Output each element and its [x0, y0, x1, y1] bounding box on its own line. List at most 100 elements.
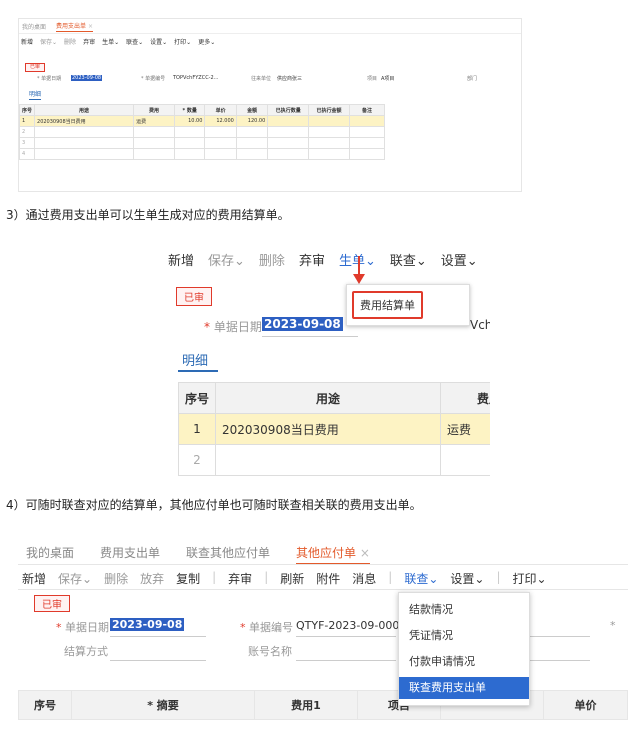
code-field[interactable]: QTYF-2023-09-0001: [296, 619, 406, 632]
query-button[interactable]: 联查⌄: [126, 37, 143, 46]
tab-desktop[interactable]: 我的桌面: [26, 544, 74, 565]
caption-step-4: 4）可随时联查对应的结算单，其他应付单也可随时联查相关联的费用支出单。: [6, 498, 422, 512]
discard-button[interactable]: 放弃: [140, 570, 164, 587]
table-row[interactable]: 4: [19, 148, 386, 160]
cell: [267, 115, 310, 127]
table-row[interactable]: 2: [178, 444, 490, 476]
date-field[interactable]: 2023-09-08: [71, 75, 103, 81]
save-button[interactable]: 保存⌄: [40, 37, 57, 46]
settings-button[interactable]: 设置⌄: [150, 37, 167, 46]
menu-item-expense-settlement[interactable]: 费用结算单: [352, 291, 423, 319]
header-fields: * 单据日期 2023-09-08 * 单据编号 TOPVchFYZCC-2..…: [19, 75, 519, 85]
divider: [18, 589, 628, 590]
menu-item-voucher-status[interactable]: 凭证情况: [399, 625, 529, 647]
col-qty: * 数量: [173, 104, 206, 116]
required-mark: *: [56, 621, 62, 634]
detail-table: 序号 用途 费用 * 数量 单价 金额 已执行数量 已执行金额 备注 1 202…: [19, 104, 386, 160]
settings-button[interactable]: 设置⌄: [450, 570, 484, 587]
date-label: * 单据日期: [56, 619, 109, 635]
arrow-down-icon: [353, 256, 365, 284]
tab-expense-payment[interactable]: 费用支出单: [100, 544, 160, 565]
screenshot-expense-payment: 我的桌面 费用支出单 × 新增 保存⌄ 删除 弃审 生单⌄ 联查⌄ 设置⌄ 打印…: [18, 18, 522, 192]
menu-item-query-expense-payment[interactable]: 联查费用支出单: [399, 677, 529, 699]
cell[interactable]: 运费: [133, 115, 175, 127]
delete-button[interactable]: 删除: [104, 570, 128, 587]
new-button[interactable]: 新增: [168, 250, 194, 269]
attachment-button[interactable]: 附件: [316, 570, 340, 587]
refresh-button[interactable]: 刷新: [280, 570, 304, 587]
detail-table: 序号 用途 费用 1 202030908当日费用 运费 2: [178, 382, 490, 476]
cell[interactable]: [348, 115, 386, 127]
tab-desktop[interactable]: 我的桌面: [22, 22, 46, 31]
project-field[interactable]: A项目: [381, 75, 394, 82]
col-price: 单价: [543, 690, 628, 720]
unapprove-button[interactable]: 弃审: [299, 250, 325, 269]
unapprove-button[interactable]: 弃审: [83, 37, 95, 46]
divider: [18, 564, 628, 565]
query-button[interactable]: 联查⌄: [404, 570, 438, 587]
print-button[interactable]: 打印⌄: [513, 570, 547, 587]
contact-field[interactable]: 供应商张三: [277, 75, 302, 82]
table-row[interactable]: 1 202030908当日费用 运费 10.00 12.000 120.00: [19, 115, 386, 127]
save-button[interactable]: 保存⌄: [208, 250, 245, 269]
cell[interactable]: 10.00: [173, 115, 206, 127]
col-seq: 序号: [18, 690, 72, 720]
tab-bar: 我的桌面 费用支出单 ×: [19, 19, 521, 34]
date-label: * 单据日期: [204, 318, 262, 335]
close-icon[interactable]: ×: [88, 23, 93, 30]
more-button[interactable]: 更多⌄: [198, 37, 215, 46]
new-button[interactable]: 新增: [21, 37, 33, 46]
new-button[interactable]: 新增: [22, 570, 46, 587]
cell[interactable]: 120.00: [235, 115, 269, 127]
toolbar: 新增 保存⌄ 删除 弃审 生单⌄ 联查⌄ 设置⌄: [168, 250, 478, 269]
date-field[interactable]: 2023-09-08: [110, 618, 185, 631]
col-exec-amount: 已执行金额: [308, 104, 350, 116]
settings-button[interactable]: 设置⌄: [441, 250, 478, 269]
table-row[interactable]: 3: [19, 137, 386, 149]
copy-button[interactable]: 复制: [176, 570, 200, 587]
print-button[interactable]: 打印⌄: [174, 37, 191, 46]
menu-item-payment-request[interactable]: 付款申请情况: [399, 651, 529, 673]
tab-other-payable[interactable]: 其他应付单 ×: [296, 544, 370, 565]
code-field[interactable]: TOPVchFYZCC-2...: [173, 75, 218, 81]
table-row[interactable]: 1 202030908当日费用 运费: [178, 413, 490, 445]
generate-dropdown: 费用结算单: [346, 284, 470, 326]
generate-button[interactable]: 生单⌄: [102, 37, 119, 46]
table-row[interactable]: 2: [19, 126, 386, 138]
toolbar: 新增 保存⌄ 删除 放弃 复制 | 弃审 | 刷新 附件 消息 | 联查⌄ 设置…: [22, 570, 547, 587]
cell[interactable]: 运费: [440, 413, 490, 445]
cell: 4: [19, 148, 36, 160]
date-label: * 单据日期: [37, 76, 62, 82]
tab-query-other-payable[interactable]: 联查其他应付单: [186, 544, 270, 565]
tab-detail[interactable]: 明细: [182, 350, 208, 369]
tab-expense-payment[interactable]: 费用支出单 ×: [56, 21, 93, 32]
menu-item-settlement-status[interactable]: 结款情况: [399, 599, 529, 621]
tab-bar: 我的桌面 费用支出单 联查其他应付单 其他应付单 ×: [26, 544, 370, 565]
delete-button[interactable]: 删除: [259, 250, 285, 269]
delete-button[interactable]: 删除: [64, 37, 76, 46]
col-price: 单价: [204, 104, 237, 116]
message-button[interactable]: 消息: [352, 570, 376, 587]
dept-label: 部门: [467, 76, 478, 82]
field-underline: [296, 636, 396, 637]
account-label: 账号名称: [248, 645, 292, 658]
query-button[interactable]: 联查⌄: [390, 250, 427, 269]
col-summary: * 摘要: [71, 690, 255, 720]
required-mark: *: [204, 320, 210, 334]
close-icon[interactable]: ×: [360, 546, 370, 560]
date-label-text: 单据日期: [213, 320, 262, 334]
col-seq: 序号: [178, 382, 216, 414]
col-amount: 金额: [235, 104, 269, 116]
date-label-text: 单据日期: [65, 621, 109, 634]
col-remark: 备注: [348, 104, 386, 116]
cell[interactable]: 12.000: [204, 115, 237, 127]
separator: |: [496, 570, 501, 584]
save-button[interactable]: 保存⌄: [58, 570, 92, 587]
tab-detail[interactable]: 明细: [29, 89, 42, 100]
cell[interactable]: 202030908当日费用: [34, 115, 135, 127]
unapprove-button[interactable]: 弃审: [228, 570, 252, 587]
code-label-text: 单据编号: [249, 621, 293, 634]
col-usage: 用途: [215, 382, 441, 414]
date-field[interactable]: 2023-09-08: [262, 317, 343, 331]
cell[interactable]: 202030908当日费用: [215, 413, 441, 445]
